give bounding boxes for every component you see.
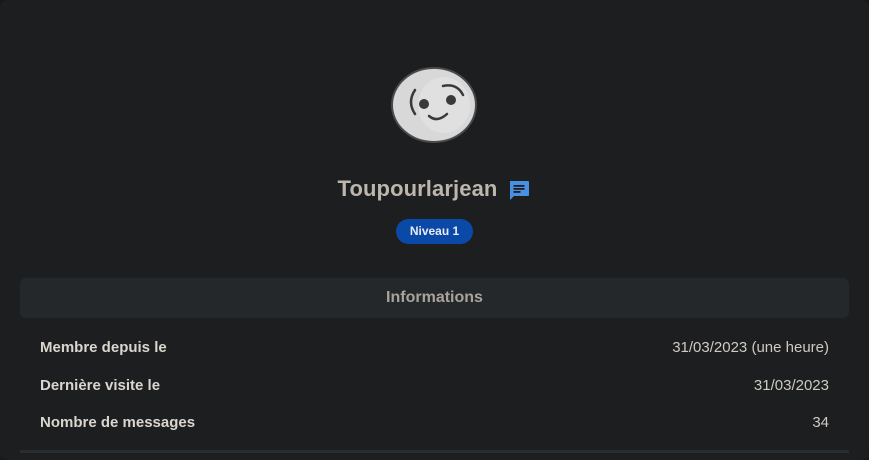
info-row-message-count: Nombre de messages 34 (40, 412, 829, 432)
info-value: 34 (812, 413, 829, 431)
avatar (389, 65, 479, 145)
info-label: Membre depuis le (40, 338, 167, 356)
level-badge: Niveau 1 (395, 219, 474, 244)
info-row-member-since: Membre depuis le 31/03/2023 (une heure) (40, 337, 829, 357)
chat-bubble-icon[interactable] (507, 178, 531, 202)
info-value: 31/03/2023 (une heure) (672, 338, 829, 356)
level-badge-wrap: Niveau 1 (0, 219, 869, 244)
smiley-face-avatar-icon (391, 67, 477, 143)
username: Toupourlarjean (337, 176, 498, 201)
info-row-last-visit: Dernière visite le 31/03/2023 (40, 375, 829, 395)
info-value: 31/03/2023 (753, 376, 829, 394)
profile-card: Toupourlarjean Niveau 1 Informations Mem… (0, 0, 869, 460)
info-label: Nombre de messages (40, 413, 196, 431)
username-row: Toupourlarjean (0, 176, 869, 202)
informations-header: Informations (20, 278, 849, 318)
info-label: Dernière visite le (40, 376, 161, 394)
